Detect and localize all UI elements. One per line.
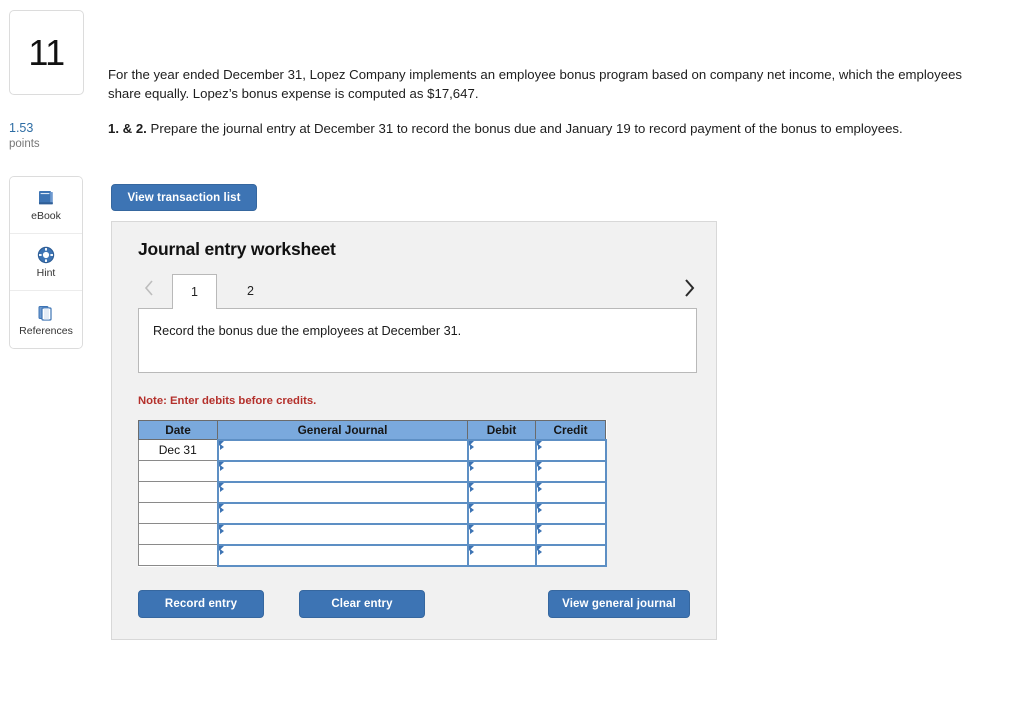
question-prompt: For the year ended December 31, Lopez Co… bbox=[108, 67, 963, 101]
cell-credit[interactable] bbox=[534, 522, 607, 546]
cell-credit[interactable] bbox=[534, 480, 607, 504]
column-header-general-journal: General Journal bbox=[217, 420, 468, 440]
view-transaction-list-button[interactable]: View transaction list bbox=[111, 184, 257, 211]
question-page: 11 1.53 points eBook Hint References For… bbox=[0, 0, 1024, 720]
clear-entry-button[interactable]: Clear entry bbox=[299, 590, 425, 618]
column-header-date: Date bbox=[138, 420, 218, 440]
cell-general-journal[interactable] bbox=[216, 501, 469, 525]
table-row bbox=[138, 480, 607, 504]
worksheet-tab-2-label: 2 bbox=[247, 284, 254, 298]
record-entry-button[interactable]: Record entry bbox=[138, 590, 264, 618]
tool-hint[interactable]: Hint bbox=[10, 234, 82, 291]
cell-general-journal[interactable] bbox=[216, 543, 469, 567]
copy-pages-icon bbox=[36, 303, 56, 323]
table-row: Dec 31 bbox=[138, 438, 607, 462]
journal-entry-worksheet-panel: Journal entry worksheet 1 2 Record the b… bbox=[111, 221, 717, 640]
cell-debit[interactable] bbox=[466, 459, 537, 483]
worksheet-description: Record the bonus due the employees at De… bbox=[153, 324, 462, 338]
worksheet-tab-1[interactable]: 1 bbox=[172, 274, 217, 309]
chevron-left-icon[interactable] bbox=[138, 271, 160, 305]
worksheet-tab-1-label: 1 bbox=[191, 285, 198, 299]
question-number-box: 11 bbox=[9, 10, 84, 95]
cell-credit[interactable] bbox=[534, 459, 607, 483]
cell-general-journal[interactable] bbox=[216, 438, 469, 462]
tool-ebook-label: eBook bbox=[31, 210, 61, 222]
journal-entry-table: Date General Journal Debit Credit Dec 31 bbox=[138, 420, 607, 567]
worksheet-title: Journal entry worksheet bbox=[138, 239, 336, 259]
worksheet-description-box: Record the bonus due the employees at De… bbox=[138, 308, 697, 373]
question-number: 11 bbox=[28, 31, 65, 73]
cell-date[interactable] bbox=[138, 481, 218, 503]
debits-before-credits-note: Note: Enter debits before credits. bbox=[138, 395, 317, 407]
cell-date[interactable] bbox=[138, 502, 218, 524]
tool-references[interactable]: References bbox=[10, 291, 82, 348]
cell-debit[interactable] bbox=[466, 480, 537, 504]
cell-general-journal[interactable] bbox=[216, 480, 469, 504]
points-label: points bbox=[9, 138, 40, 150]
cell-credit[interactable] bbox=[534, 501, 607, 525]
table-header-row: Date General Journal Debit Credit bbox=[138, 420, 606, 440]
cell-debit[interactable] bbox=[466, 522, 537, 546]
cell-date[interactable]: Dec 31 bbox=[138, 439, 218, 461]
worksheet-pager: 1 2 bbox=[138, 271, 698, 309]
cell-general-journal[interactable] bbox=[216, 522, 469, 546]
question-requirement: 1. & 2. Prepare the journal entry at Dec… bbox=[108, 120, 974, 139]
view-general-journal-button[interactable]: View general journal bbox=[548, 590, 690, 618]
requirement-text: Prepare the journal entry at December 31… bbox=[146, 121, 903, 136]
table-row bbox=[138, 459, 607, 483]
cell-debit[interactable] bbox=[466, 543, 537, 567]
lifebuoy-icon bbox=[36, 245, 56, 265]
cell-debit[interactable] bbox=[466, 438, 537, 462]
tool-references-label: References bbox=[19, 324, 73, 337]
worksheet-tab-2[interactable]: 2 bbox=[228, 274, 273, 308]
cell-debit[interactable] bbox=[466, 501, 537, 525]
table-row bbox=[138, 501, 607, 525]
table-row bbox=[138, 522, 607, 546]
cell-credit[interactable] bbox=[534, 543, 607, 567]
table-row bbox=[138, 543, 607, 567]
tool-ebook[interactable]: eBook bbox=[10, 177, 82, 234]
book-icon bbox=[36, 188, 56, 208]
cell-date[interactable] bbox=[138, 523, 218, 545]
chevron-right-icon[interactable] bbox=[678, 271, 700, 305]
cell-credit[interactable] bbox=[534, 438, 607, 462]
cell-date[interactable] bbox=[138, 460, 218, 482]
column-header-debit: Debit bbox=[467, 420, 536, 440]
cell-date[interactable] bbox=[138, 544, 218, 566]
cell-general-journal[interactable] bbox=[216, 459, 469, 483]
requirement-label: 1. & 2. bbox=[108, 121, 147, 136]
column-header-credit: Credit bbox=[535, 420, 606, 440]
tool-hint-label: Hint bbox=[36, 267, 56, 279]
points-value: 1.53 bbox=[9, 121, 34, 135]
tool-panel: eBook Hint References bbox=[9, 176, 83, 349]
